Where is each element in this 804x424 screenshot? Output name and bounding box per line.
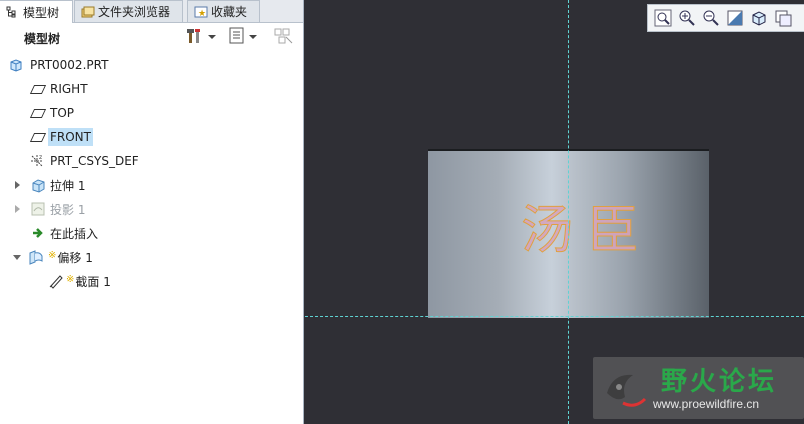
tab-label: 收藏夹 bbox=[211, 5, 248, 19]
filter-button[interactable] bbox=[274, 28, 294, 46]
tree-item-label: FRONT bbox=[48, 128, 93, 146]
model-tree-panel: 模型树 文件夹浏览器 ★ 收藏夹 模型树 PRT0002.PRT RIGHT T… bbox=[0, 0, 304, 424]
forum-url: www.proewildfire.cn bbox=[653, 397, 760, 411]
tree-item-part[interactable]: PRT0002.PRT bbox=[0, 54, 300, 76]
forum-watermark: 野火论坛 www.proewildfire.cn bbox=[593, 357, 804, 419]
saved-views-icon[interactable] bbox=[750, 9, 768, 27]
tree-item-extrude[interactable]: 拉伸 1 bbox=[0, 174, 300, 196]
chevron-down-icon[interactable] bbox=[249, 35, 257, 39]
datum-axis-horizontal[interactable] bbox=[305, 316, 804, 317]
panel-title: 模型树 bbox=[24, 32, 61, 46]
tree-item-top[interactable]: TOP bbox=[0, 102, 300, 124]
tree-item-project[interactable]: 投影 1 bbox=[0, 198, 300, 220]
new-feature-star-icon: ※ bbox=[48, 249, 57, 261]
model-tree-icon bbox=[6, 6, 18, 18]
svg-text:★: ★ bbox=[198, 9, 206, 18]
settings-button[interactable] bbox=[186, 28, 216, 46]
csys-icon: z bbox=[28, 153, 44, 169]
layers-icon[interactable] bbox=[774, 9, 792, 27]
tree-item-label: TOP bbox=[50, 106, 75, 120]
chevron-down-icon[interactable] bbox=[13, 255, 21, 260]
tree-item-label: ※偏移 1 bbox=[48, 249, 93, 265]
folder-browser-icon bbox=[81, 6, 95, 18]
navigator-tab-strip: 模型树 文件夹浏览器 ★ 收藏夹 bbox=[0, 0, 303, 23]
datum-axis-vertical[interactable] bbox=[568, 0, 569, 424]
datum-plane-icon bbox=[30, 129, 46, 145]
chevron-right-icon[interactable] bbox=[15, 205, 20, 213]
tree-item-offset[interactable]: ※偏移 1 bbox=[0, 246, 300, 268]
part-icon bbox=[8, 57, 24, 73]
view-toolbar bbox=[647, 4, 804, 32]
tree-item-label: PRT_CSYS_DEF bbox=[50, 154, 139, 168]
tree-item-right[interactable]: RIGHT bbox=[0, 78, 300, 100]
chevron-right-icon[interactable] bbox=[15, 181, 20, 189]
favorites-icon: ★ bbox=[194, 6, 208, 19]
svg-text:z: z bbox=[39, 154, 42, 161]
forum-logo-icon bbox=[599, 363, 651, 418]
graphics-viewport[interactable]: 汤臣 野火论坛 www.proewildfire.cn bbox=[305, 0, 804, 424]
tab-label: 模型树 bbox=[23, 5, 60, 20]
show-button[interactable] bbox=[229, 27, 257, 48]
tree-item-label: 投影 1 bbox=[50, 202, 86, 217]
datum-plane-icon bbox=[30, 81, 46, 97]
tree-item-section[interactable]: ※截面 1 bbox=[0, 270, 300, 292]
projected-text: 汤臣 bbox=[520, 201, 654, 262]
settings-tools-icon bbox=[186, 27, 204, 48]
tab-label: 文件夹浏览器 bbox=[98, 5, 171, 19]
extrude-icon bbox=[30, 177, 46, 193]
datum-plane-icon bbox=[30, 105, 46, 121]
zoom-in-icon[interactable] bbox=[678, 9, 696, 27]
tree-item-csys[interactable]: z PRT_CSYS_DEF bbox=[0, 150, 300, 172]
tree-item-label: RIGHT bbox=[50, 82, 88, 96]
insert-here-arrow-icon bbox=[30, 225, 46, 241]
offset-icon bbox=[28, 249, 44, 265]
tree-item-insert-here[interactable]: 在此插入 bbox=[0, 222, 300, 244]
tab-folder-browser[interactable]: 文件夹浏览器 bbox=[74, 0, 183, 22]
tree-item-front[interactable]: FRONT bbox=[0, 126, 300, 148]
filter-icon bbox=[274, 27, 294, 48]
refit-icon[interactable] bbox=[654, 9, 672, 27]
tree-item-label: 拉伸 1 bbox=[50, 178, 86, 193]
sketch-icon bbox=[48, 273, 64, 289]
tab-favorites[interactable]: ★ 收藏夹 bbox=[187, 0, 260, 22]
tree-item-label: 在此插入 bbox=[50, 226, 99, 241]
tab-model-tree[interactable]: 模型树 bbox=[0, 0, 73, 23]
tree-item-label: PRT0002.PRT bbox=[30, 58, 109, 72]
show-list-icon bbox=[229, 27, 245, 48]
chevron-down-icon[interactable] bbox=[208, 35, 216, 39]
forum-name: 野火论坛 bbox=[661, 367, 778, 397]
project-icon bbox=[30, 201, 46, 217]
new-feature-star-icon: ※ bbox=[66, 273, 75, 285]
tree-item-label: ※截面 1 bbox=[66, 273, 111, 289]
repaint-icon[interactable] bbox=[726, 9, 744, 27]
model-tree-toolbar: 模型树 bbox=[0, 24, 303, 50]
zoom-out-icon[interactable] bbox=[702, 9, 720, 27]
